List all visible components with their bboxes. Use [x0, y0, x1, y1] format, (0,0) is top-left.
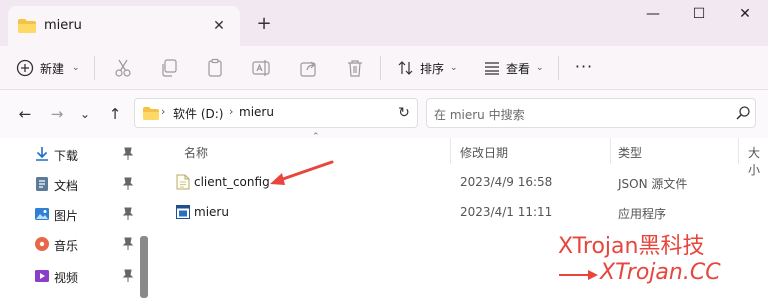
search-box[interactable]: 在 mieru 中搜索: [426, 98, 756, 128]
share-icon[interactable]: [298, 57, 320, 79]
breadcrumb-drive[interactable]: 软件 (D:): [173, 105, 223, 122]
recent-locations-button[interactable]: ⌄: [74, 104, 96, 124]
rename-icon[interactable]: [250, 57, 272, 79]
toolbar-divider: [380, 56, 381, 80]
sidebar-item-documents[interactable]: 文档: [0, 170, 142, 198]
file-modified: 2023/4/9 16:58: [460, 175, 553, 189]
view-button-label: 查看: [506, 61, 531, 76]
address-bar[interactable]: › 软件 (D:) › mieru ↻: [134, 98, 418, 128]
tab-close-button[interactable]: ✕: [208, 15, 230, 37]
new-tab-button[interactable]: +: [252, 13, 276, 35]
pin-icon: [122, 237, 134, 250]
delete-icon[interactable]: [344, 57, 366, 79]
maximize-button[interactable]: ☐: [676, 0, 722, 28]
file-name: client_config: [194, 175, 270, 189]
up-button[interactable]: ↑: [104, 104, 126, 124]
annotation-arrow-icon: [270, 160, 334, 185]
sidebar-item-label: 音乐: [54, 239, 79, 253]
sidebar-scrollbar[interactable]: [140, 236, 148, 298]
pin-icon: [122, 177, 134, 190]
view-icon: [485, 62, 499, 75]
sort-indicator: ⌃: [312, 132, 320, 142]
search-placeholder: 在 mieru 中搜索: [434, 108, 525, 122]
chevron-down-icon: ⌄: [450, 63, 458, 73]
sidebar-item-pictures[interactable]: 图片: [0, 200, 142, 228]
arrow-right-icon: [559, 270, 598, 280]
documents-icon: [36, 177, 48, 191]
folder-icon: [143, 107, 159, 120]
more-options-button[interactable]: ···: [572, 54, 596, 82]
folder-icon: [18, 19, 36, 33]
pin-icon: [122, 207, 134, 220]
search-icon: [736, 106, 750, 120]
breadcrumb-separator: ›: [229, 105, 234, 118]
watermark-url: XTrojan.CC: [600, 260, 721, 285]
minimize-button[interactable]: —: [630, 0, 676, 28]
command-bar: 新建 ⌄ 排序 ⌄ 查看 ⌄ ···: [0, 46, 768, 90]
watermark: XTrojan黑科技 XTrojan.CC: [556, 228, 766, 294]
title-bar: mieru ✕ + — ☐ ✕: [0, 0, 768, 46]
sidebar-item-label: 图片: [54, 209, 79, 223]
sidebar-item-label: 下载: [54, 149, 79, 163]
refresh-button[interactable]: ↻: [395, 104, 413, 122]
sidebar-item-music[interactable]: 音乐: [0, 230, 142, 258]
json-file-icon: [176, 174, 190, 190]
column-header-name[interactable]: 名称: [184, 144, 208, 161]
videos-icon: [35, 270, 49, 282]
tab-title: mieru: [44, 18, 82, 33]
navigation-pane: 下载 文档 图片 音乐 视频: [0, 138, 150, 298]
plus-circle-icon: [16, 59, 34, 77]
breadcrumb-separator: ›: [161, 105, 166, 118]
new-button-label: 新建: [40, 61, 65, 76]
breadcrumb-folder[interactable]: mieru: [239, 105, 274, 119]
file-row-client-config[interactable]: client_config 2023/4/9 16:58 JSON 源文件: [170, 168, 768, 196]
navigation-bar: ← → ⌄ ↑ › 软件 (D:) › mieru ↻ 在 mieru 中搜索: [0, 90, 768, 138]
toolbar-divider: [558, 56, 559, 80]
column-header-type[interactable]: 类型: [618, 144, 642, 161]
file-modified: 2023/4/1 11:11: [460, 205, 553, 219]
chevron-down-icon: ⌄: [536, 63, 544, 73]
new-button[interactable]: 新建 ⌄: [16, 54, 80, 82]
sidebar-item-label: 文档: [54, 179, 79, 193]
file-type: JSON 源文件: [618, 177, 688, 191]
sort-button-label: 排序: [420, 61, 445, 76]
toolbar-divider: [94, 56, 95, 80]
cut-icon[interactable]: [112, 57, 134, 79]
sidebar-item-label: 视频: [54, 271, 79, 285]
pin-icon: [122, 147, 134, 160]
watermark-title: XTrojan黑科技: [558, 234, 705, 259]
back-button[interactable]: ←: [14, 104, 36, 124]
pictures-icon: [35, 208, 49, 220]
sidebar-item-videos[interactable]: 视频: [0, 262, 142, 290]
column-divider[interactable]: [610, 138, 611, 164]
file-name: mieru: [194, 205, 229, 219]
download-icon: [36, 147, 48, 161]
copy-icon[interactable]: [158, 57, 180, 79]
file-row-mieru[interactable]: mieru 2023/4/1 11:11 应用程序: [170, 198, 768, 226]
tab-mieru[interactable]: mieru ✕: [8, 6, 240, 46]
close-window-button[interactable]: ✕: [722, 0, 768, 28]
column-divider[interactable]: [738, 138, 739, 164]
pin-icon: [122, 269, 134, 282]
view-button[interactable]: 查看 ⌄: [484, 54, 544, 82]
forward-button[interactable]: →: [46, 104, 68, 124]
sort-button[interactable]: 排序 ⌄: [398, 54, 458, 82]
file-type: 应用程序: [618, 207, 667, 221]
paste-icon[interactable]: [204, 57, 226, 79]
sidebar-item-downloads[interactable]: 下载: [0, 140, 142, 168]
column-divider[interactable]: [450, 138, 451, 164]
chevron-down-icon: ⌄: [72, 63, 80, 73]
sort-icon: [398, 61, 413, 75]
music-icon: [35, 237, 49, 251]
application-icon: [176, 205, 190, 219]
column-header-modified[interactable]: 修改日期: [460, 144, 508, 161]
